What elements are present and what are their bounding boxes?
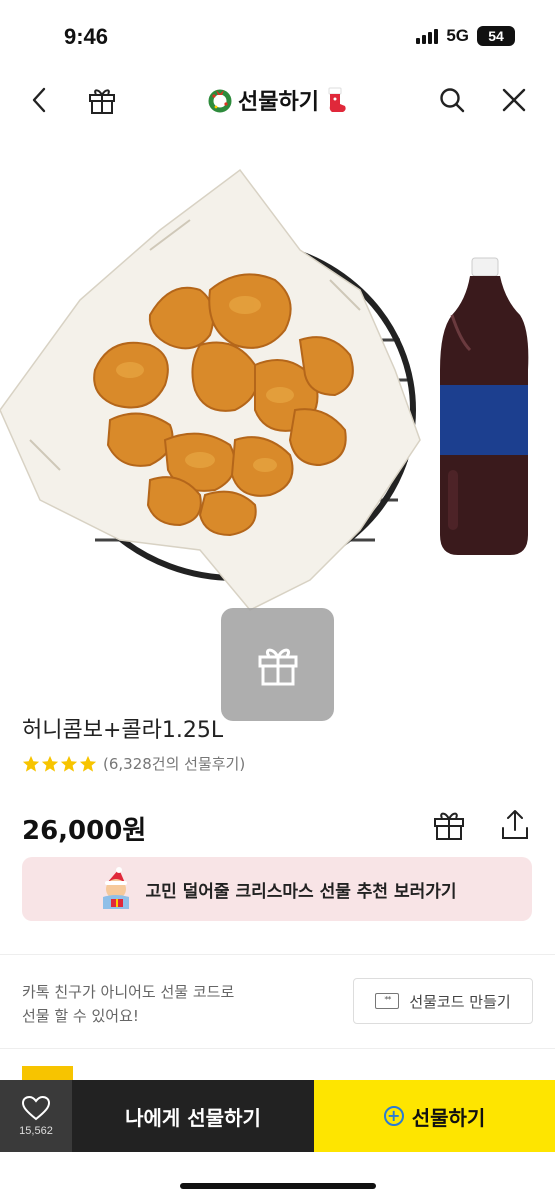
plus-circle-icon: + (383, 1106, 404, 1126)
section-divider (0, 1048, 555, 1049)
star-icon (41, 755, 59, 772)
christmas-banner[interactable]: 고민 덜어줄 크리스마스 선물 추천 보러가기 (22, 857, 532, 921)
product-rating[interactable]: (6,328건의 선물후기) (22, 753, 245, 774)
star-icon (60, 755, 78, 772)
star-icon (79, 755, 97, 772)
heart-icon (21, 1095, 51, 1121)
gift-to-self-button[interactable]: 나에게 선물하기 (72, 1080, 314, 1152)
gift-code-description: 카톡 친구가 아니어도 선물 코드로 선물 할 수 있어요! (22, 980, 234, 1028)
banner-text: 고민 덜어줄 크리스마스 선물 추천 보러가기 (145, 881, 457, 902)
product-price: 26,000원 (22, 816, 147, 846)
like-button[interactable]: 15,562 (0, 1080, 72, 1152)
wishlist-gift-button[interactable] (431, 806, 467, 844)
create-gift-code-label: 선물코드 만들기 (409, 992, 511, 1011)
rating-stars (22, 755, 97, 773)
status-time: 9:46 (64, 24, 109, 49)
search-button[interactable] (430, 78, 474, 122)
price-actions (431, 806, 533, 844)
network-label: 5G (446, 26, 469, 45)
send-gift-label: 선물하기 (411, 1105, 486, 1130)
top-nav: 선물하기 (0, 72, 555, 128)
gift-code-desc-line1: 카톡 친구가 아니어도 선물 코드로 (22, 983, 235, 1001)
stocking-icon (328, 87, 346, 112)
create-gift-code-button[interactable]: ** 선물코드 만들기 (353, 978, 533, 1024)
status-right: 5G 54 (416, 26, 515, 46)
share-icon (502, 810, 528, 839)
gift-code-desc-line2: 선물 할 수 있어요! (22, 1007, 139, 1025)
gift-overlay[interactable] (221, 608, 334, 721)
status-bar: 9:46 5G 54 (0, 0, 555, 70)
search-icon (440, 88, 465, 113)
home-indicator (180, 1183, 376, 1189)
santa-character-icon (103, 867, 130, 909)
like-count: 15,562 (19, 1125, 53, 1137)
review-count: (6,328건의 선물후기) (103, 755, 246, 773)
star-icon (22, 755, 40, 772)
section-divider (0, 954, 555, 955)
close-icon (502, 88, 526, 112)
gift-icon (434, 812, 464, 840)
wreath-icon (208, 89, 232, 113)
title-text: 선물하기 (238, 90, 319, 115)
bottom-action-bar: 15,562 나에게 선물하기 + 선물하기 (0, 1080, 555, 1152)
send-gift-button[interactable]: + 선물하기 (314, 1080, 555, 1152)
gift-icon (258, 648, 297, 685)
battery-icon: 54 (477, 26, 515, 46)
close-button[interactable] (492, 78, 536, 122)
signal-icon (416, 28, 439, 44)
product-name: 허니콤보+콜라1.25L (22, 718, 224, 743)
share-button[interactable] (497, 806, 533, 844)
gift-code-icon: ** (375, 993, 400, 1009)
